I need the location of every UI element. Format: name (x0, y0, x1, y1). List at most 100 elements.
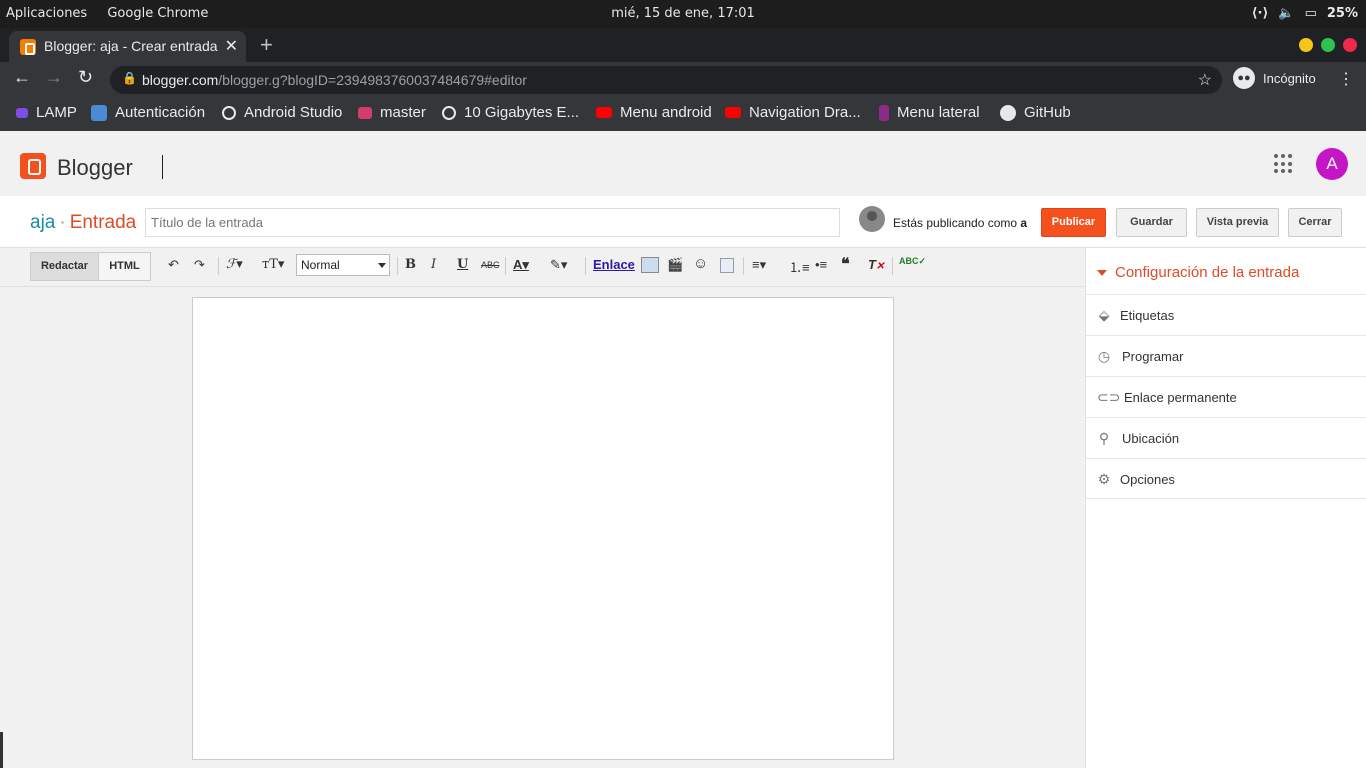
browser-menu-icon[interactable]: ⋮ (1338, 69, 1354, 89)
globe-icon (442, 105, 456, 120)
blogger-brand[interactable]: Blogger (57, 155, 133, 181)
remove-formatting-icon[interactable]: T✕ (868, 257, 884, 272)
breadcrumb-separator: · (59, 212, 66, 233)
tab-strip: Blogger: aja - Crear entrada ✕ (0, 28, 1366, 62)
youtube-icon (596, 107, 612, 118)
bookmark-item[interactable]: Autenticación (91, 104, 205, 121)
bookmark-item[interactable]: master (358, 104, 426, 121)
compose-mode-tab[interactable]: Redactar (30, 252, 99, 281)
bookmark-favicon-icon (16, 107, 28, 118)
breadcrumb: aja · Entrada (30, 212, 136, 234)
close-window-icon[interactable] (1343, 38, 1357, 52)
sidebar-item-labels[interactable]: ⬙ Etiquetas (1086, 294, 1366, 335)
toolbar-divider (218, 257, 219, 275)
system-top-bar: Aplicaciones Google Chrome mié, 15 de en… (0, 0, 1366, 28)
tab-title: Blogger: aja - Crear entrada (44, 38, 218, 54)
post-body-editor[interactable] (192, 297, 894, 760)
blogger-header: Blogger (0, 131, 1366, 196)
back-arrow-icon[interactable]: ← (13, 67, 31, 88)
link-icon: ⊂⊃ (1097, 389, 1121, 405)
blockquote-icon[interactable]: ❝ (841, 254, 850, 274)
align-icon[interactable]: ≡▾ (752, 257, 766, 273)
bold-icon[interactable]: B (405, 257, 416, 272)
toolbar-divider (505, 257, 506, 275)
bookmark-favicon-icon (358, 106, 372, 119)
preview-button[interactable]: Vista previa (1196, 208, 1279, 237)
url-path: /blogger.g?blogID=2394983760037484679#ed… (218, 72, 527, 88)
page-break-icon[interactable] (720, 258, 734, 273)
bookmark-item[interactable]: Menu lateral (879, 104, 980, 121)
bookmark-item[interactable]: Menu android (596, 104, 712, 121)
bulleted-list-icon[interactable]: •≡ (815, 257, 827, 272)
forward-arrow-icon[interactable]: → (45, 67, 63, 88)
close-button[interactable]: Cerrar (1288, 208, 1342, 237)
paragraph-format-select[interactable]: Normal (296, 254, 390, 276)
underline-icon[interactable]: U (457, 257, 468, 272)
breadcrumb-blog[interactable]: aja (30, 212, 55, 233)
clock[interactable]: mié, 15 de ene, 17:01 (611, 6, 755, 21)
bookmark-star-icon[interactable]: ☆ (1198, 70, 1212, 90)
minimize-window-icon[interactable] (1299, 38, 1313, 52)
google-apps-icon[interactable] (1274, 154, 1294, 174)
text-cursor (162, 155, 163, 179)
incognito-indicator[interactable]: ●● Incógnito (1233, 67, 1316, 89)
account-avatar[interactable]: A (1316, 148, 1348, 180)
italic-icon[interactable]: I (431, 257, 436, 272)
bookmark-item[interactable]: 10 Gigabytes E... (442, 104, 579, 121)
numbered-list-icon[interactable]: ⒈≡ (789, 257, 810, 276)
font-size-icon[interactable]: тT▾ (262, 257, 284, 272)
save-button[interactable]: Guardar (1116, 208, 1187, 237)
insert-video-icon[interactable]: 🎬 (667, 257, 683, 273)
post-title-input[interactable] (145, 208, 840, 237)
new-tab-icon[interactable]: + (260, 32, 273, 58)
bookmark-item[interactable]: Navigation Dra... (725, 104, 861, 121)
insert-link-button[interactable]: Enlace (593, 257, 635, 272)
lock-icon[interactable]: 🔒 (122, 71, 137, 85)
sidebar-item-options[interactable]: ⚙ Opciones (1086, 458, 1366, 499)
post-settings-sidebar: Configuración de la entrada ⬙ Etiquetas … (1085, 248, 1366, 768)
url-host: blogger.com (142, 72, 219, 88)
close-tab-icon[interactable]: ✕ (225, 36, 238, 56)
toolbar-divider (585, 257, 586, 275)
emoji-icon[interactable]: ☺ (693, 255, 708, 272)
strikethrough-icon[interactable]: ABC (481, 260, 500, 270)
sidebar-item-schedule[interactable]: ◷ Programar (1086, 335, 1366, 376)
address-bar[interactable]: 🔒 blogger.com/blogger.g?blogID=239498376… (110, 66, 1222, 94)
breadcrumb-section: Entrada (69, 212, 137, 233)
spellcheck-icon[interactable]: ABC✓ (899, 256, 926, 267)
sidebar-item-permalink[interactable]: ⊂⊃ Enlace permanente (1086, 376, 1366, 417)
incognito-icon: ●● (1233, 67, 1255, 89)
bookmark-item[interactable]: Android Studio (222, 104, 342, 121)
volume-icon[interactable]: 🔈 (1278, 6, 1294, 21)
font-family-icon[interactable]: ℱ▾ (226, 257, 243, 272)
undo-icon[interactable]: ↶ (168, 257, 179, 273)
blogger-logo-icon[interactable] (20, 153, 46, 179)
toolbar-divider (397, 257, 398, 275)
text-color-icon[interactable]: A▾ (513, 257, 529, 273)
redo-icon[interactable]: ↷ (194, 257, 205, 273)
insert-image-icon[interactable] (641, 257, 659, 273)
maximize-window-icon[interactable] (1321, 38, 1335, 52)
browser-tab[interactable]: Blogger: aja - Crear entrada ✕ (9, 31, 246, 62)
author-avatar-icon (859, 206, 885, 232)
bookmark-item[interactable]: LAMP (16, 104, 77, 121)
gear-icon: ⚙ (1097, 471, 1111, 487)
post-settings-header[interactable]: Configuración de la entrada (1097, 264, 1299, 281)
app-menu[interactable]: Google Chrome (107, 6, 208, 21)
toolbar-divider (743, 257, 744, 275)
network-icon[interactable]: ⟨·⟩ (1252, 6, 1269, 21)
activities-menu[interactable]: Aplicaciones (6, 6, 87, 21)
youtube-icon (725, 107, 741, 118)
bookmarks-bar: LAMP Autenticación Android Studio master… (0, 97, 1366, 131)
clock-icon: ◷ (1097, 348, 1111, 364)
html-mode-tab[interactable]: HTML (98, 252, 151, 281)
dock-edge (0, 732, 3, 768)
editor-toolbar: Redactar HTML ↶ ↷ ℱ▾ тT▾ Normal B I U AB… (0, 248, 1085, 287)
sidebar-item-location[interactable]: ⚲ Ubicación (1086, 417, 1366, 458)
battery-icon[interactable]: ▭ (1305, 6, 1317, 21)
location-pin-icon: ⚲ (1098, 430, 1110, 446)
highlight-color-icon[interactable]: ✎▾ (550, 257, 567, 273)
reload-icon[interactable]: ↻ (78, 67, 93, 88)
publish-button[interactable]: Publicar (1041, 208, 1106, 237)
bookmark-item[interactable]: GitHub (1000, 104, 1071, 121)
